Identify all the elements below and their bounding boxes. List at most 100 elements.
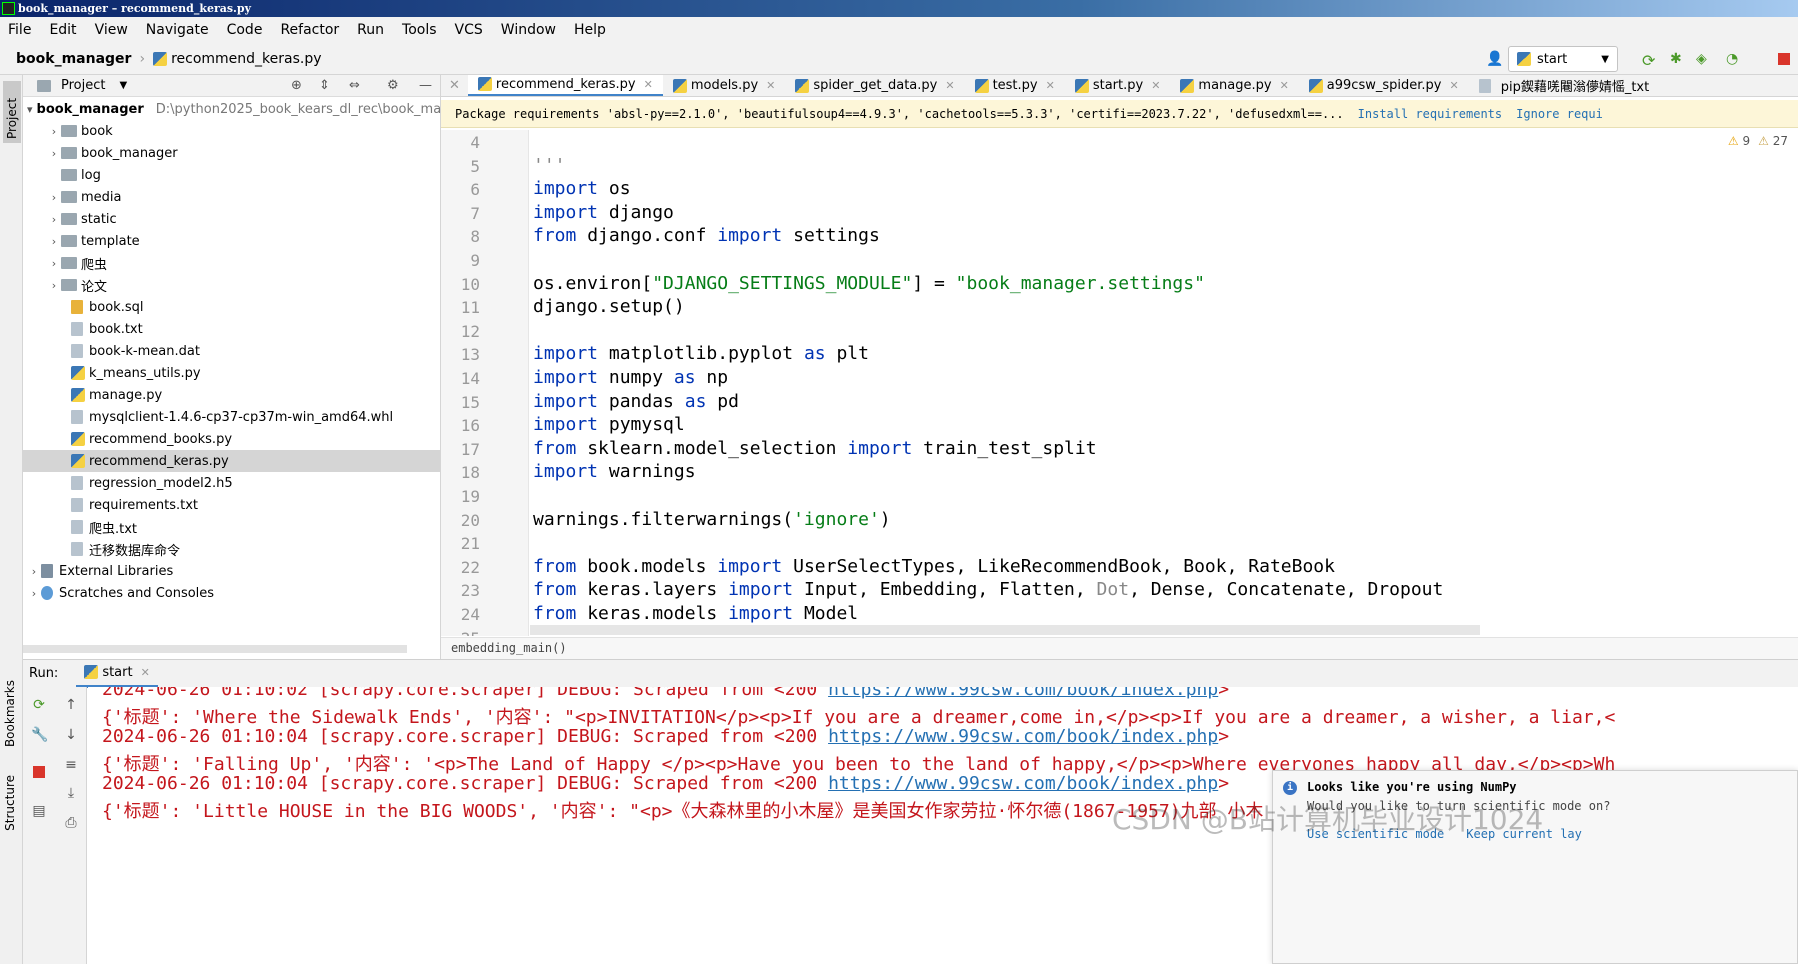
locate-icon[interactable]: ⊕ (291, 78, 302, 93)
tree-item-recommend-books[interactable]: recommend_books.py (23, 428, 441, 450)
expand-all-icon[interactable]: ⇕ (319, 78, 330, 93)
tree-item-k-means-utils[interactable]: k_means_utils.py (23, 362, 441, 384)
tree-item-book-k-mean[interactable]: book-k-mean.dat (23, 340, 441, 362)
line-number: 25 (441, 629, 480, 636)
stop-icon[interactable] (1778, 53, 1790, 65)
close-icon[interactable]: ✕ (441, 78, 468, 93)
tree-item-regression-model[interactable]: regression_model2.h5 (23, 472, 441, 494)
soft-wrap-icon[interactable]: ≡ (63, 757, 79, 773)
tab-test[interactable]: test.py ✕ (965, 75, 1065, 96)
run-tool-header: Run: start ✕ (23, 659, 1798, 688)
wrench-icon[interactable]: 🔧 (31, 727, 48, 743)
menu-tools[interactable]: Tools (400, 22, 439, 38)
tree-item-spider-folder[interactable]: › 爬虫 (23, 252, 441, 274)
bookmarks-tool-button[interactable]: Bookmarks (3, 680, 17, 747)
project-horizontal-scrollbar[interactable] (23, 645, 407, 653)
tree-item-requirements[interactable]: requirements.txt (23, 494, 441, 516)
close-icon[interactable]: ✕ (1280, 79, 1289, 92)
code-token: keras.models (576, 603, 729, 624)
tab-models[interactable]: models.py ✕ (663, 75, 786, 96)
tree-item-media[interactable]: › media (23, 186, 441, 208)
install-requirements-link[interactable]: Install requirements (1358, 107, 1503, 121)
tree-item-template[interactable]: › template (23, 230, 441, 252)
ignore-requirements-link[interactable]: Ignore requi (1516, 107, 1603, 121)
tree-item-book-manager[interactable]: › book_manager (23, 142, 441, 164)
menu-edit[interactable]: Edit (47, 22, 78, 38)
project-tool-button[interactable]: Project (3, 81, 21, 143)
breadcrumb-file[interactable]: recommend_keras.py (153, 51, 322, 67)
rerun-icon[interactable]: ⟳ (1642, 51, 1658, 70)
stop-icon[interactable] (33, 766, 45, 778)
minimize-icon[interactable]: — (419, 78, 432, 93)
menu-window[interactable]: Window (499, 22, 558, 38)
line-number: 18 (460, 463, 480, 483)
tab-spider-get-data[interactable]: spider_get_data.py ✕ (785, 75, 964, 96)
editor-horizontal-scrollbar[interactable] (530, 625, 1480, 635)
tree-item-migrate-commands[interactable]: 迁移数据库命令 (23, 538, 441, 560)
chevron-right-icon: › (51, 234, 57, 248)
menu-view[interactable]: View (93, 22, 130, 38)
code-line: import pandas as pd (533, 391, 739, 412)
tree-item-scratches[interactable]: › Scratches and Consoles (23, 582, 441, 604)
close-icon[interactable]: ✕ (945, 79, 954, 92)
profile-icon[interactable]: ◔ (1726, 51, 1742, 67)
menu-refactor[interactable]: Refactor (278, 22, 341, 38)
close-icon[interactable]: ✕ (644, 78, 653, 91)
tab-recommend-keras[interactable]: recommend_keras.py ✕ (467, 75, 663, 96)
tree-item-book-sql[interactable]: book.sql (23, 296, 441, 318)
close-icon[interactable]: ✕ (766, 79, 775, 92)
tab-a99csw-spider[interactable]: a99csw_spider.py ✕ (1299, 75, 1469, 96)
tree-item-recommend-keras[interactable]: recommend_keras.py (23, 450, 441, 472)
coverage-icon[interactable]: ◈ (1696, 51, 1712, 67)
console-line: 2024-06-26 01:10:04 [scrapy.core.scraper… (102, 773, 1229, 794)
menu-code[interactable]: Code (225, 22, 265, 38)
code-token: import (847, 437, 913, 459)
line-number: 5 (470, 156, 480, 176)
rerun-icon[interactable]: ⟳ (31, 697, 47, 713)
breadcrumb-project[interactable]: book_manager (16, 51, 131, 67)
collapse-all-icon[interactable]: ⇔ (349, 78, 360, 93)
tab-pip-mirror-txt[interactable]: pip鍥藉唴闀滃儚婧愮_txt (1469, 75, 1660, 96)
close-icon[interactable]: ✕ (1151, 79, 1160, 92)
menu-vcs[interactable]: VCS (453, 22, 485, 38)
project-panel-title[interactable]: Project (61, 78, 105, 93)
console-link[interactable]: https://www.99csw.com/book/index.php (828, 773, 1218, 794)
scroll-to-end-icon[interactable]: ⤓ (63, 785, 79, 801)
close-icon[interactable]: ✕ (1046, 79, 1055, 92)
menu-run[interactable]: Run (355, 22, 386, 38)
tree-item-book[interactable]: › book (23, 120, 441, 142)
menu-help[interactable]: Help (572, 22, 608, 38)
chevron-down-icon[interactable]: ▼ (119, 80, 127, 91)
tree-item-spider-txt[interactable]: 爬虫.txt (23, 516, 441, 538)
layout-icon[interactable]: ▤ (31, 803, 47, 819)
gear-icon[interactable]: ⚙ (387, 78, 399, 93)
run-tab-start[interactable]: start ✕ (76, 660, 158, 688)
tab-start[interactable]: start.py ✕ (1065, 75, 1171, 96)
tab-manage[interactable]: manage.py ✕ (1170, 75, 1298, 96)
structure-tool-button[interactable]: Structure (3, 775, 17, 831)
code-editor[interactable]: ⚠ 9 ⚠ 27 ''' import os import django from d… (530, 130, 1798, 636)
code-breadcrumb[interactable]: embedding_main() (441, 637, 1798, 659)
menu-file[interactable]: File (6, 22, 33, 38)
tree-root[interactable]: ▾ book_manager D:\python2025_book_kears_… (23, 98, 441, 120)
menu-navigate[interactable]: Navigate (144, 22, 211, 38)
console-link[interactable]: https://www.99csw.com/book/index.php (828, 687, 1218, 700)
tree-item-thesis-folder[interactable]: › 论文 (23, 274, 441, 296)
tree-item-external-libraries[interactable]: › External Libraries (23, 560, 441, 582)
print-icon[interactable]: ⎙ (63, 815, 79, 831)
run-configuration-select[interactable]: start ▼ (1508, 46, 1618, 72)
console-link[interactable]: https://www.99csw.com/book/index.php (828, 726, 1218, 747)
chevron-down-icon: ▾ (27, 102, 33, 116)
tree-item-static[interactable]: › static (23, 208, 441, 230)
arrow-up-icon[interactable]: ↑ (63, 697, 79, 713)
close-icon[interactable]: ✕ (141, 666, 150, 679)
tree-item-book-txt[interactable]: book.txt (23, 318, 441, 340)
user-icon[interactable]: 👤 (1486, 51, 1503, 67)
debug-icon[interactable]: ✱ (1670, 51, 1686, 67)
close-icon[interactable]: ✕ (1449, 79, 1458, 92)
arrow-down-icon[interactable]: ↓ (63, 727, 79, 743)
tree-item-mysqlclient-whl[interactable]: mysqlclient-1.4.6-cp37-cp37m-win_amd64.w… (23, 406, 441, 428)
tree-item-manage-py[interactable]: manage.py (23, 384, 441, 406)
tree-item-log[interactable]: log (23, 164, 441, 186)
inspection-widget[interactable]: ⚠ 9 ⚠ 27 (1728, 134, 1788, 148)
